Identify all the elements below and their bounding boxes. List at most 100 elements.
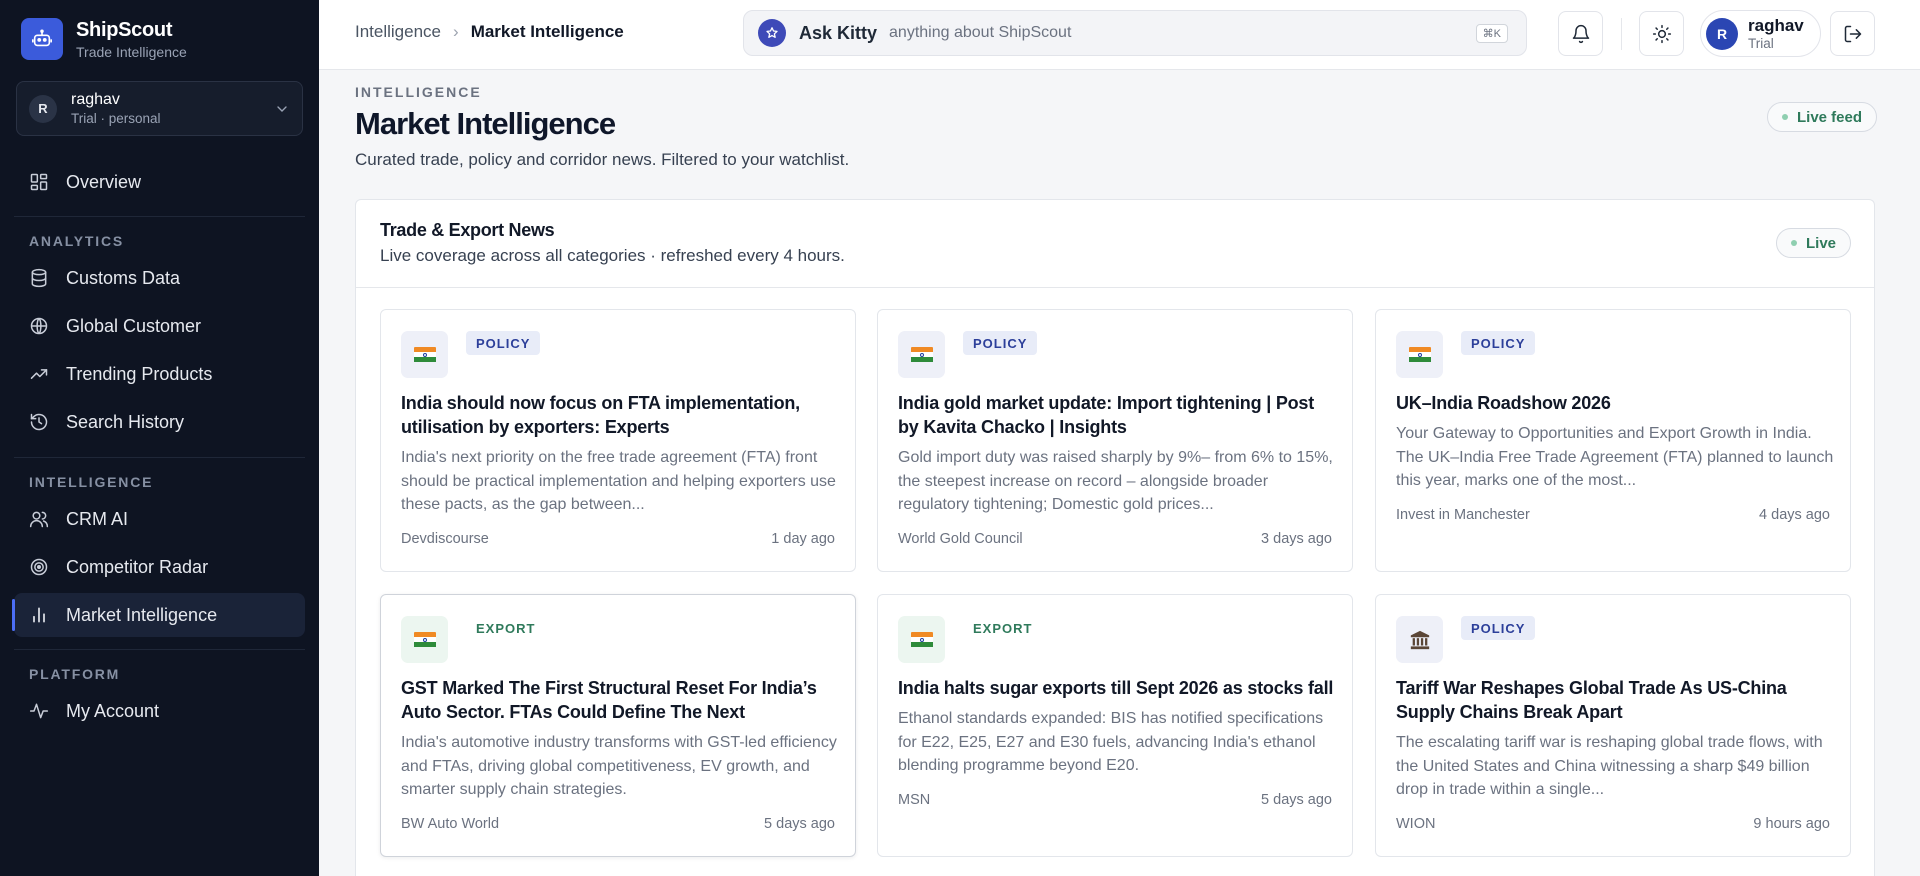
news-time: 5 days ago (1261, 792, 1332, 808)
sidebar-item-search-history[interactable]: Search History (14, 400, 305, 444)
radar-icon (28, 556, 50, 578)
sidebar-item-overview[interactable]: Overview (14, 160, 305, 204)
sidebar-item-label: Trending Products (66, 363, 213, 384)
bell-icon (1572, 24, 1589, 43)
ask-kitty-search[interactable]: Ask Kitty anything about ShipScout ⌘K (743, 10, 1527, 56)
notifications-button[interactable] (1558, 11, 1603, 56)
sparkle-icon (758, 19, 786, 47)
live-feed-badge: Live feed (1767, 102, 1878, 132)
sidebar: ShipScout Trade Intelligence R raghav Tr… (0, 0, 319, 876)
news-excerpt: India's next priority on the free trade … (401, 449, 836, 513)
sidebar-item-global-customer[interactable]: Global Customer (14, 304, 305, 348)
bar-chart-icon (28, 604, 50, 626)
theme-toggle-button[interactable] (1639, 11, 1684, 56)
sidebar-item-label: Competitor Radar (66, 556, 209, 577)
logout-icon (1844, 25, 1861, 42)
account-plan: Trial · personal (71, 111, 161, 126)
trending-up-icon (28, 363, 50, 385)
sidebar-item-crm-ai[interactable]: CRM AI (14, 497, 305, 541)
sidebar-item-trending-products[interactable]: Trending Products (14, 352, 305, 396)
india-flag-icon (1396, 331, 1443, 378)
news-card[interactable]: EXPORT India halts sugar exports till Se… (877, 594, 1353, 857)
divider (1621, 18, 1622, 50)
users-icon (28, 508, 50, 530)
news-card[interactable]: POLICY UK–India Roadshow 2026 Your Gatew… (1375, 309, 1851, 572)
news-time: 4 days ago (1759, 507, 1830, 523)
sidebar-item-label: Global Customer (66, 315, 202, 336)
page-title: Market Intelligence (355, 106, 616, 141)
activity-icon (28, 700, 50, 722)
page-eyebrow: INTELLIGENCE (355, 84, 482, 100)
sidebar-item-label: My Account (66, 700, 160, 721)
chevron-down-icon (277, 105, 287, 112)
india-flag-icon (898, 331, 945, 378)
news-source: WION (1396, 816, 1436, 832)
brand[interactable]: ShipScout Trade Intelligence (21, 18, 187, 60)
sidebar-item-label: CRM AI (66, 508, 129, 529)
sidebar-item-label: Search History (66, 411, 185, 432)
sidebar-item-label: Customs Data (66, 267, 181, 288)
category-tag: POLICY (1461, 616, 1536, 640)
news-time: 1 day ago (771, 531, 835, 547)
news-title[interactable]: GST Marked The First Structural Reset Fo… (401, 676, 841, 724)
live-badge: Live (1775, 228, 1851, 258)
category-tag: POLICY (963, 331, 1038, 355)
brand-name: ShipScout (76, 18, 173, 41)
news-excerpt: The escalating tariff war is reshaping g… (1396, 734, 1823, 798)
avatar: R (1706, 17, 1738, 50)
page-subtitle: Curated trade, policy and corridor news.… (355, 150, 850, 169)
bank-icon (1396, 616, 1443, 663)
news-time: 9 hours ago (1753, 816, 1830, 832)
news-excerpt: India's automotive industry transforms w… (401, 734, 837, 798)
breadcrumb: Intelligence › Market Intelligence (355, 22, 624, 42)
user-plan: Trial (1748, 36, 1774, 51)
brand-subtitle: Trade Intelligence (76, 43, 187, 60)
news-source: Devdiscourse (401, 531, 489, 547)
news-title[interactable]: UK–India Roadshow 2026 (1396, 391, 1836, 415)
india-flag-icon (898, 616, 945, 663)
top-bar: Intelligence › Market Intelligence Ask K… (319, 0, 1920, 70)
breadcrumb-current: Market Intelligence (470, 22, 624, 41)
news-title[interactable]: India halts sugar exports till Sept 2026… (898, 676, 1338, 700)
live-label: Live (1805, 234, 1836, 252)
shortcut-badge: ⌘K (1475, 24, 1508, 43)
news-card[interactable]: POLICY India gold market update: Import … (877, 309, 1353, 572)
breadcrumb-root[interactable]: Intelligence (355, 22, 441, 42)
news-card[interactable]: EXPORT GST Marked The First Structural R… (380, 594, 856, 857)
section-label-intelligence: INTELLIGENCE (29, 474, 154, 490)
news-title[interactable]: Tariff War Reshapes Global Trade As US-C… (1396, 676, 1836, 724)
divider (14, 457, 305, 458)
news-excerpt: Gold import duty was raised sharply by 9… (898, 449, 1333, 513)
divider (14, 216, 305, 217)
sun-icon (1652, 24, 1671, 43)
category-tag: POLICY (1461, 331, 1536, 355)
account-switcher[interactable]: R raghav Trial · personal (16, 81, 303, 136)
status-dot (1790, 240, 1797, 246)
news-title[interactable]: India should now focus on FTA implementa… (401, 391, 841, 439)
account-name: raghav (71, 91, 120, 108)
logout-button[interactable] (1830, 11, 1875, 56)
news-excerpt: Ethanol standards expanded: BIS has noti… (898, 710, 1324, 774)
sidebar-item-my-account[interactable]: My Account (14, 689, 305, 733)
search-input[interactable]: anything about ShipScout (889, 24, 1071, 42)
sidebar-item-label: Overview (66, 171, 142, 192)
news-time: 3 days ago (1261, 531, 1332, 547)
news-source: Invest in Manchester (1396, 507, 1530, 523)
category-tag: EXPORT (973, 620, 1033, 636)
sidebar-item-competitor-radar[interactable]: Competitor Radar (14, 545, 305, 589)
user-menu[interactable]: R raghav Trial (1700, 10, 1821, 57)
grid-icon (28, 171, 50, 193)
news-title[interactable]: India gold market update: Import tighten… (898, 391, 1338, 439)
india-flag-icon (401, 331, 448, 378)
news-time: 5 days ago (764, 816, 835, 832)
news-source: MSN (898, 792, 931, 808)
india-flag-icon (401, 616, 448, 663)
news-card[interactable]: POLICY Tariff War Reshapes Global Trade … (1375, 594, 1851, 857)
section-label-platform: PLATFORM (29, 666, 121, 682)
sidebar-item-market-intelligence[interactable]: Market Intelligence (12, 593, 305, 637)
ask-kitty-title: Ask Kitty (799, 22, 878, 43)
robot-logo-icon (21, 18, 63, 60)
news-card[interactable]: POLICY India should now focus on FTA imp… (380, 309, 856, 572)
sidebar-item-customs-data[interactable]: Customs Data (14, 256, 305, 300)
news-source: BW Auto World (401, 816, 500, 832)
